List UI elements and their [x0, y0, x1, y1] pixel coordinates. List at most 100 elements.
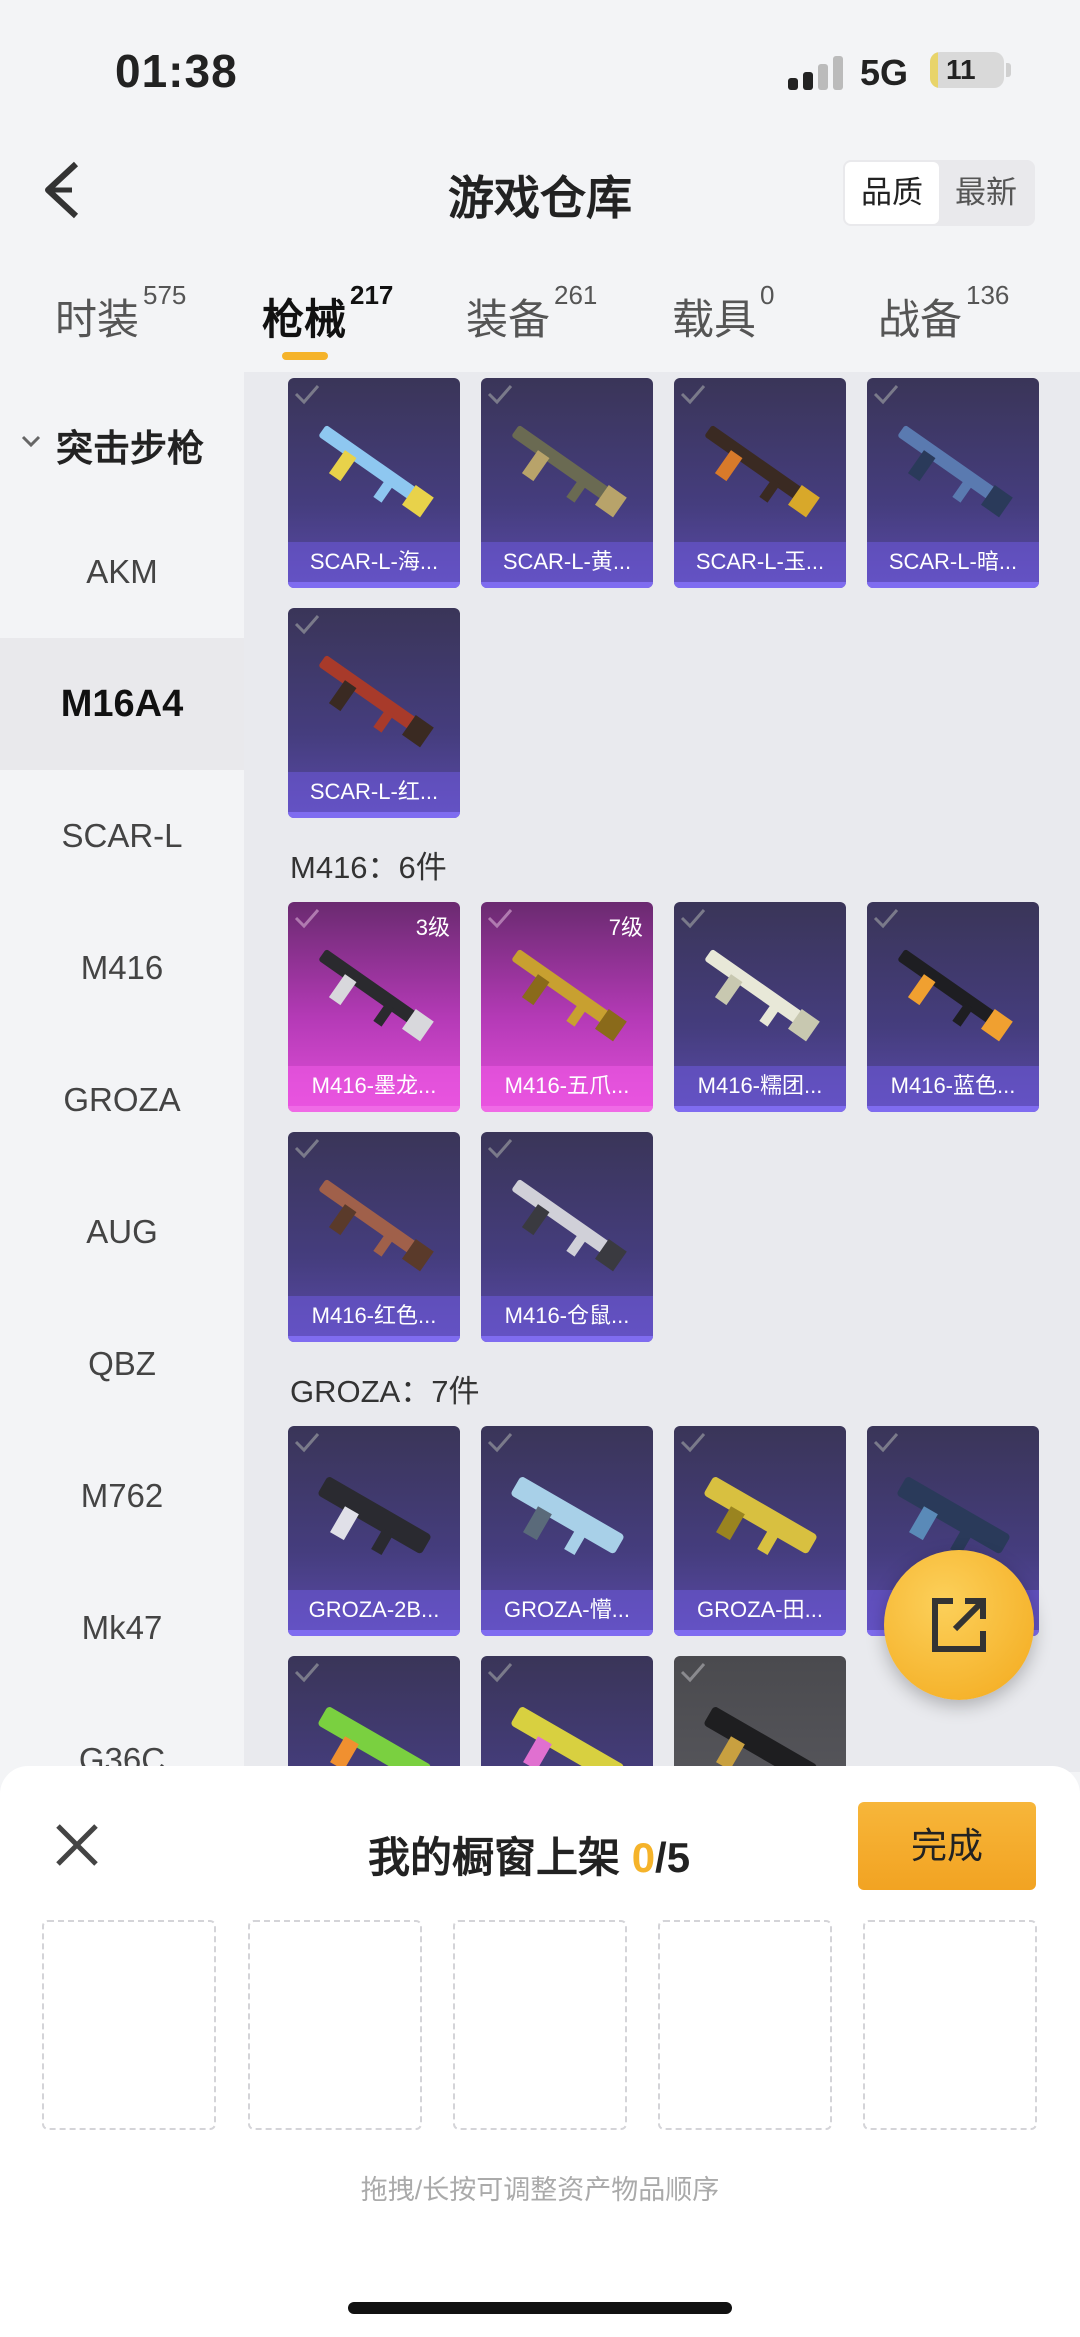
weapon-card-name: SCAR-L-玉... — [674, 542, 846, 582]
sidebar-item-aug[interactable]: AUG — [0, 1166, 244, 1298]
showcase-slot[interactable] — [248, 1920, 422, 2130]
close-icon — [56, 1824, 98, 1866]
weapon-card-name: SCAR-L-暗... — [867, 542, 1039, 582]
weapon-card[interactable]: M416-红色... — [288, 1132, 460, 1342]
rifle-icon — [512, 425, 627, 518]
sidebar-item-m762[interactable]: M762 — [0, 1430, 244, 1562]
weapon-card[interactable] — [674, 1656, 846, 1772]
quality-bar — [481, 1336, 653, 1342]
tab-count: 217 — [350, 280, 394, 310]
weapon-card[interactable]: M416-蓝色... — [867, 902, 1039, 1112]
sidebar-item-akm[interactable]: AKM — [0, 506, 244, 638]
weapon-card[interactable]: GROZA-2B... — [288, 1426, 460, 1636]
weapon-card-name: SCAR-L-黄... — [481, 542, 653, 582]
weapon-card-name: M416-墨龙... — [288, 1066, 460, 1106]
weapon-card-name: M416-蓝色... — [867, 1066, 1039, 1106]
checkmark-icon — [487, 385, 513, 405]
weapon-card[interactable]: M416-仓鼠... — [481, 1132, 653, 1342]
section-title-m416: M416：6件 — [290, 850, 447, 885]
showcase-total: /5 — [655, 1834, 691, 1881]
reorder-hint: 拖拽/长按可调整资产物品顺序 — [360, 2175, 720, 2205]
rifle-icon — [512, 1179, 627, 1272]
weapon-card[interactable]: SCAR-L-暗... — [867, 378, 1039, 588]
weapon-card[interactable]: GROZA-田... — [674, 1426, 846, 1636]
weapon-card-name: M416-仓鼠... — [481, 1296, 653, 1336]
rifle-icon — [511, 1477, 624, 1555]
sort-newest-button[interactable]: 最新 — [939, 160, 1033, 226]
sidebar-item-mk47[interactable]: Mk47 — [0, 1562, 244, 1694]
rifle-icon — [318, 1477, 431, 1555]
showcase-slot[interactable] — [658, 1920, 832, 2130]
weapon-card[interactable] — [481, 1656, 653, 1772]
sidebar-item-groza[interactable]: GROZA — [0, 1034, 244, 1166]
weapon-card-name: M416-五爪... — [481, 1066, 653, 1106]
tab-count: 0 — [760, 280, 775, 310]
showcase-slot[interactable] — [453, 1920, 627, 2130]
showcase-slot[interactable] — [863, 1920, 1037, 2130]
close-button[interactable] — [52, 1820, 102, 1870]
checkmark-icon — [294, 1139, 320, 1159]
done-button[interactable]: 完成 — [858, 1802, 1036, 1890]
quality-bar — [674, 582, 846, 588]
quality-bar — [288, 812, 460, 818]
active-tab-indicator — [282, 352, 328, 360]
rifle-icon — [704, 1477, 817, 1555]
sort-quality-button[interactable]: 品质 — [845, 162, 939, 224]
rifle-icon — [318, 1707, 431, 1772]
sidebar-item-m416[interactable]: M416 — [0, 902, 244, 1034]
weapon-card-name: GROZA-懵... — [481, 1590, 653, 1630]
weapon-card[interactable] — [288, 1656, 460, 1772]
quality-bar — [288, 1336, 460, 1342]
rifle-icon — [319, 949, 434, 1042]
tab-label: 装备 — [466, 296, 551, 343]
showcase-title-text: 我的橱窗上架 — [368, 1834, 621, 1881]
weapon-card[interactable]: SCAR-L-海... — [288, 378, 460, 588]
weapon-card-name: GROZA-田... — [674, 1590, 846, 1630]
checkmark-icon — [294, 1433, 320, 1453]
tab-equipment[interactable]: 装备261 — [466, 280, 597, 347]
weapon-card[interactable]: M416-糯团... — [674, 902, 846, 1112]
tab-count: 261 — [554, 280, 598, 310]
weapon-card[interactable]: SCAR-L-黄... — [481, 378, 653, 588]
weapon-card-name: M416-红色... — [288, 1296, 460, 1336]
checkmark-icon — [873, 909, 899, 929]
rifle-icon — [898, 425, 1013, 518]
quality-bar — [867, 582, 1039, 588]
weapon-card[interactable]: 7级 M416-五爪... — [481, 902, 653, 1112]
quality-bar — [674, 1106, 846, 1112]
weapon-card[interactable]: SCAR-L-玉... — [674, 378, 846, 588]
tab-label: 枪械 — [262, 296, 347, 343]
weapon-card-name: SCAR-L-红... — [288, 772, 460, 812]
showcase-title: 我的橱窗上架 0/5 — [368, 1824, 690, 1885]
sidebar-item-m16a4[interactable]: M16A4 — [0, 638, 244, 770]
sidebar-item-scar-l[interactable]: SCAR-L — [0, 770, 244, 902]
rifle-icon — [511, 1707, 624, 1772]
tab-weapons[interactable]: 枪械217 — [262, 280, 393, 347]
share-button[interactable] — [884, 1550, 1034, 1700]
weapon-card-name: M416-糯团... — [674, 1066, 846, 1106]
rifle-icon — [512, 949, 627, 1042]
clock: 01:38 — [115, 45, 238, 97]
showcase-slot[interactable] — [42, 1920, 216, 2130]
weapon-card[interactable]: SCAR-L-红... — [288, 608, 460, 818]
weapon-card[interactable]: 3级 M416-墨龙... — [288, 902, 460, 1112]
weapon-card-name: SCAR-L-海... — [288, 542, 460, 582]
tab-label: 时装 — [55, 296, 140, 343]
quality-bar — [481, 582, 653, 588]
battery-level: 11 — [946, 54, 976, 85]
quality-bar — [867, 1106, 1039, 1112]
tab-vehicles[interactable]: 载具0 — [672, 280, 774, 347]
tab-fashion[interactable]: 时装575 — [55, 280, 186, 347]
sidebar-item-qbz[interactable]: QBZ — [0, 1298, 244, 1430]
quality-bar — [481, 1630, 653, 1636]
battery-icon: 11 — [930, 52, 1004, 88]
category-tabs: 时装575 枪械217 装备261 载具0 战备136 — [0, 268, 1080, 372]
sidebar-group-assault-rifles[interactable]: 突击步枪 — [0, 408, 244, 478]
checkmark-icon — [294, 1663, 320, 1683]
sidebar-group-label: 突击步枪 — [56, 428, 204, 469]
checkmark-icon — [294, 909, 320, 929]
tab-supplies[interactable]: 战备136 — [878, 280, 1009, 347]
sort-toggle: 品质 最新 — [843, 160, 1035, 226]
weapon-card[interactable]: GROZA-懵... — [481, 1426, 653, 1636]
section-title-groza: GROZA：7件 — [290, 1374, 480, 1409]
